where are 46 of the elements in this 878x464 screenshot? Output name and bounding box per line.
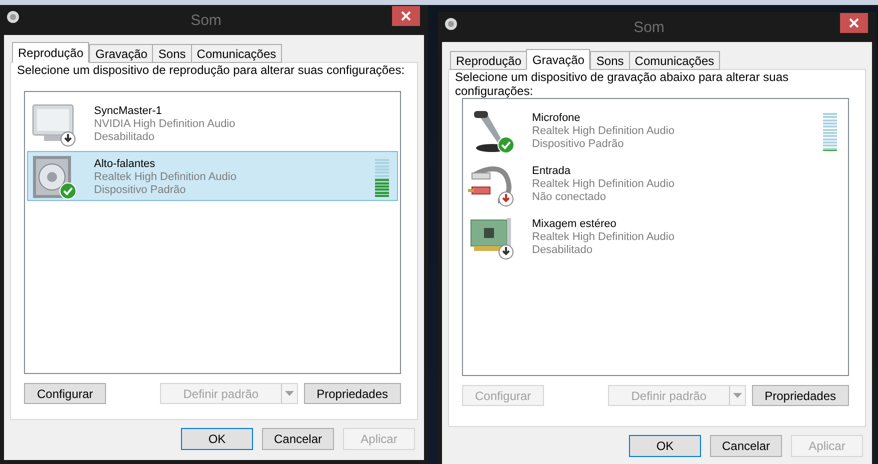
- tab[interactable]: Comunicações: [628, 51, 720, 70]
- dialog-button[interactable]: Cancelar: [710, 435, 782, 457]
- device-name: Microfone: [532, 112, 582, 125]
- device-driver: NVIDIA High Definition Audio: [94, 118, 236, 131]
- device-row[interactable]: Entrada Realtek High Definition Audio Não conectado: [465, 158, 846, 208]
- device-name: Alto-falantes: [94, 158, 156, 171]
- tab[interactable]: Sons: [590, 51, 630, 70]
- instruction-text: Selecione um dispositivo de reprodução para alterar suas configurações:: [17, 63, 406, 79]
- device-status: Desabilitado: [532, 244, 594, 257]
- instruction-text: Selecione um dispositivo de gravação abaixo para alterar suas configurações:: [455, 70, 790, 98]
- device-driver: Realtek High Definition Audio: [532, 125, 674, 138]
- device-row[interactable]: Microfone Realtek High Definition Audio Dispositivo Padrão: [465, 105, 846, 155]
- speaker-app-icon: [6, 10, 20, 24]
- speaker-app-icon: [444, 17, 458, 31]
- device-row[interactable]: Alto-falantes Realtek High Definition Audio Dispositivo Padrão: [27, 151, 398, 201]
- monitor-icon: [32, 104, 74, 141]
- dialog-button[interactable]: Cancelar: [262, 428, 334, 450]
- window-title: Som: [190, 12, 222, 28]
- device-name: Mixagem estéreo: [532, 218, 618, 231]
- close-button[interactable]: [840, 13, 868, 33]
- tab[interactable]: Gravação: [89, 44, 154, 63]
- cable-plug-icon: [468, 166, 512, 204]
- tab[interactable]: Reprodução: [450, 51, 528, 70]
- device-name: SyncMaster-1: [94, 105, 163, 118]
- device-status: Dispositivo Padrão: [532, 138, 625, 151]
- device-driver: Realtek High Definition Audio: [94, 171, 236, 184]
- close-button[interactable]: [392, 6, 420, 26]
- window-title: Som: [632, 18, 666, 36]
- tab[interactable]: Sons: [152, 44, 192, 63]
- device-status: Não conectado: [532, 191, 607, 204]
- button[interactable]: Configurar: [24, 383, 106, 404]
- button[interactable]: Propriedades: [752, 385, 849, 406]
- close-icon: [849, 18, 859, 28]
- device-name: Entrada: [532, 165, 572, 178]
- speaker-icon: [33, 156, 71, 198]
- tab[interactable]: Gravação: [526, 49, 590, 70]
- device-driver: Realtek High Definition Audio: [532, 178, 674, 191]
- dialog-button[interactable]: OK: [181, 428, 253, 450]
- tab[interactable]: Comunicações: [190, 44, 282, 63]
- device-status: Desabilitado: [94, 131, 156, 144]
- device-status: Dispositivo Padrão: [94, 184, 187, 197]
- device-driver: Realtek High Definition Audio: [532, 231, 674, 244]
- tab[interactable]: Reprodução: [12, 42, 90, 63]
- close-icon: [401, 11, 411, 21]
- button[interactable]: Propriedades: [304, 383, 401, 404]
- dialog-button[interactable]: OK: [629, 435, 701, 457]
